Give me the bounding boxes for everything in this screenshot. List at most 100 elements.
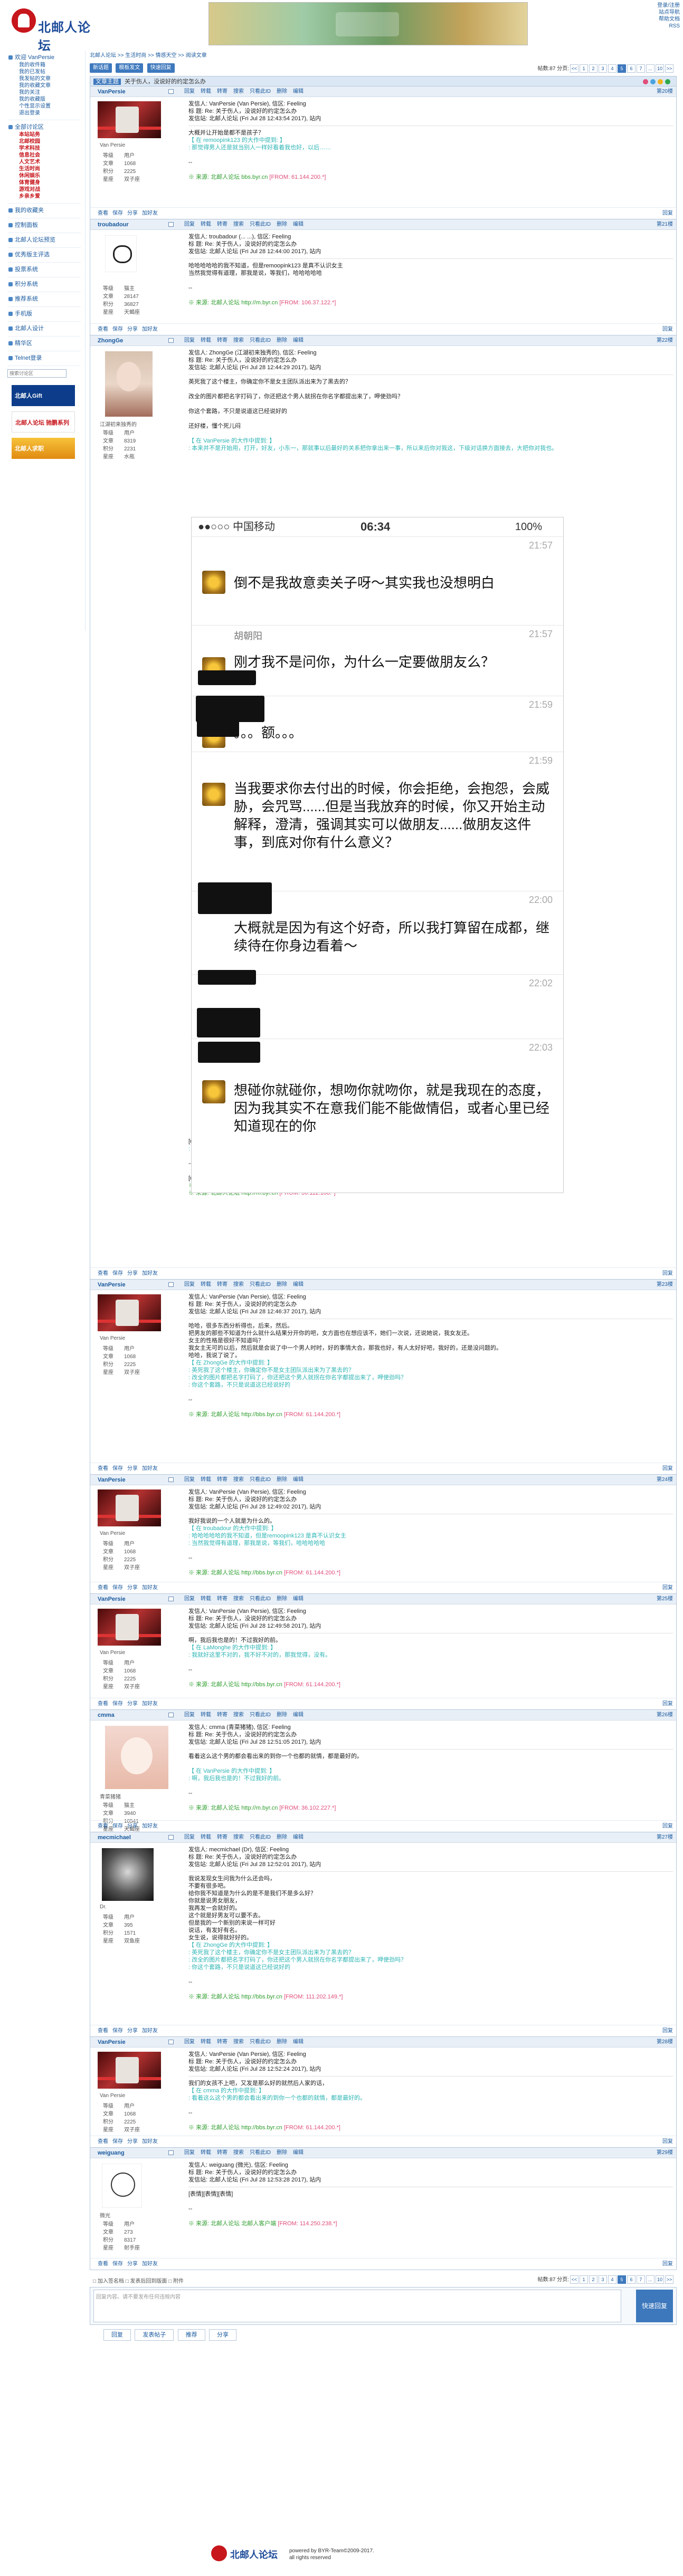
post-action-link[interactable]: 删除 xyxy=(277,222,287,227)
post-action-link[interactable]: 搜索 xyxy=(233,222,244,227)
post-action-link[interactable]: 转寄 xyxy=(217,1712,227,1718)
page-link[interactable]: 5 xyxy=(618,2275,626,2284)
avatar[interactable] xyxy=(105,235,137,272)
post-footer-link[interactable]: 加好友 xyxy=(142,2028,158,2034)
sidebar-ad-gift[interactable]: 北邮人Gift xyxy=(12,385,75,406)
mail-icon[interactable] xyxy=(168,338,174,343)
site-logo[interactable]: 北邮人论坛 xyxy=(7,5,102,53)
post-footer-link[interactable]: 分享 xyxy=(127,1271,138,1276)
post-footer-link[interactable]: 查看 xyxy=(98,1701,108,1707)
page-link[interactable]: 10 xyxy=(656,2275,664,2284)
post-action-link[interactable]: 转寄 xyxy=(217,1596,227,1602)
post-username[interactable]: cmma xyxy=(98,1710,115,1720)
post-action-link[interactable]: 删除 xyxy=(277,1282,287,1287)
post-footer-link[interactable]: 查看 xyxy=(98,210,108,216)
post-action-link[interactable]: 编辑 xyxy=(293,1834,303,1840)
page-link[interactable]: 3 xyxy=(599,64,607,73)
page-link[interactable]: 10 xyxy=(656,64,664,73)
post-action-link[interactable]: 只看此ID xyxy=(250,1282,271,1287)
avatar[interactable] xyxy=(102,2164,142,2208)
post-footer-link[interactable]: 保存 xyxy=(112,1271,123,1276)
post-reply-link[interactable]: 回复 xyxy=(662,1463,673,1475)
post-action-link[interactable]: 删除 xyxy=(277,2150,287,2156)
post-footer-link[interactable]: 查看 xyxy=(98,1823,108,1829)
post-footer-link[interactable]: 分享 xyxy=(127,1823,138,1829)
sidebar-search-input[interactable] xyxy=(7,369,67,378)
post-footer-link[interactable]: 查看 xyxy=(98,2028,108,2034)
sidebar-forum-item[interactable]: 体育健身 xyxy=(7,179,81,186)
post-action-link[interactable]: 只看此ID xyxy=(250,338,271,343)
sidebar-section-link[interactable]: 优秀版主评选 xyxy=(7,251,81,259)
post-action-link[interactable]: 删除 xyxy=(277,1477,287,1483)
bottom-button[interactable]: 发表帖子 xyxy=(135,2329,174,2341)
post-footer-link[interactable]: 保存 xyxy=(112,326,123,332)
post-action-link[interactable]: 搜索 xyxy=(233,89,244,94)
post-footer-link[interactable]: 分享 xyxy=(127,1466,138,1472)
sidebar-forum-header[interactable]: 全部讨论区 xyxy=(7,123,81,131)
sidebar-forum-item[interactable]: 北邮校园 xyxy=(7,138,81,145)
sidebar-forum-item[interactable]: 游戏对战 xyxy=(7,186,81,193)
post-action-link[interactable]: 只看此ID xyxy=(250,2150,271,2156)
post-username[interactable]: weiguang xyxy=(98,2148,125,2158)
post-reply-link[interactable]: 回复 xyxy=(662,1582,673,1594)
post-action-link[interactable]: 回复 xyxy=(184,1834,195,1840)
mail-icon[interactable] xyxy=(168,222,174,227)
post-action-link[interactable]: 转载 xyxy=(201,1282,211,1287)
page-link[interactable]: 4 xyxy=(608,2275,616,2284)
post-username[interactable]: VanPersie xyxy=(98,1594,126,1604)
page-link[interactable]: 7 xyxy=(637,2275,645,2284)
post-action-link[interactable]: 编辑 xyxy=(293,338,303,343)
post-action-link[interactable]: 编辑 xyxy=(293,2039,303,2045)
post-action-link[interactable]: 转寄 xyxy=(217,2039,227,2045)
post-action-link[interactable]: 转寄 xyxy=(217,1282,227,1287)
post-footer-link[interactable]: 加好友 xyxy=(142,2139,158,2145)
post-action-link[interactable]: 转寄 xyxy=(217,89,227,94)
template-post-button[interactable]: 模板发文 xyxy=(116,63,144,73)
post-action-link[interactable]: 转寄 xyxy=(217,1477,227,1483)
avatar[interactable] xyxy=(102,1848,154,1901)
post-footer-link[interactable]: 加好友 xyxy=(142,2261,158,2267)
mail-icon[interactable] xyxy=(168,1282,174,1287)
page-link[interactable]: ... xyxy=(646,2275,654,2284)
post-action-link[interactable]: 只看此ID xyxy=(250,1712,271,1718)
post-footer-link[interactable]: 加好友 xyxy=(142,1271,158,1276)
page-link[interactable]: << xyxy=(570,2275,578,2284)
post-footer-link[interactable]: 加好友 xyxy=(142,326,158,332)
post-action-link[interactable]: 搜索 xyxy=(233,2039,244,2045)
post-action-link[interactable]: 删除 xyxy=(277,338,287,343)
avatar[interactable] xyxy=(105,1726,168,1789)
page-link[interactable]: 2 xyxy=(589,2275,597,2284)
page-link[interactable]: 6 xyxy=(627,64,635,73)
share-icons[interactable] xyxy=(641,78,673,85)
mail-icon[interactable] xyxy=(168,1597,174,1601)
post-footer-link[interactable]: 保存 xyxy=(112,2261,123,2267)
page-link[interactable]: >> xyxy=(665,64,673,73)
post-action-link[interactable]: 转载 xyxy=(201,338,211,343)
post-action-link[interactable]: 回复 xyxy=(184,1282,195,1287)
post-footer-link[interactable]: 分享 xyxy=(127,2028,138,2034)
post-username[interactable]: VanPersie xyxy=(98,1475,126,1485)
post-action-link[interactable]: 回复 xyxy=(184,222,195,227)
post-reply-link[interactable]: 回复 xyxy=(662,1268,673,1280)
post-action-link[interactable]: 转载 xyxy=(201,89,211,94)
avatar[interactable] xyxy=(98,1609,161,1646)
post-footer-link[interactable]: 保存 xyxy=(112,2028,123,2034)
post-action-link[interactable]: 转寄 xyxy=(217,222,227,227)
post-action-link[interactable]: 删除 xyxy=(277,1834,287,1840)
post-footer-link[interactable]: 保存 xyxy=(112,2139,123,2145)
post-action-link[interactable]: 只看此ID xyxy=(250,89,271,94)
avatar[interactable] xyxy=(98,101,161,138)
sidebar-user-item[interactable]: 我的关注 xyxy=(7,89,81,96)
sidebar-forum-item[interactable]: 人文艺术 xyxy=(7,159,81,166)
page-link[interactable]: 1 xyxy=(580,2275,588,2284)
post-footer-link[interactable]: 加好友 xyxy=(142,1466,158,1472)
reply-textarea[interactable]: 回复内容。请不要发布任何违规内容 xyxy=(93,2290,621,2322)
post-action-link[interactable]: 转载 xyxy=(201,1477,211,1483)
reply-option[interactable]: □ 发表后回到版面 xyxy=(126,2279,169,2284)
post-footer-link[interactable]: 加好友 xyxy=(142,1701,158,1707)
sidebar-section-link[interactable]: Telnet登录 xyxy=(7,354,81,362)
top-link[interactable]: RSS xyxy=(643,23,680,30)
post-reply-link[interactable]: 回复 xyxy=(662,2258,673,2270)
post-reply-link[interactable]: 回复 xyxy=(662,2025,673,2037)
post-action-link[interactable]: 回复 xyxy=(184,2039,195,2045)
